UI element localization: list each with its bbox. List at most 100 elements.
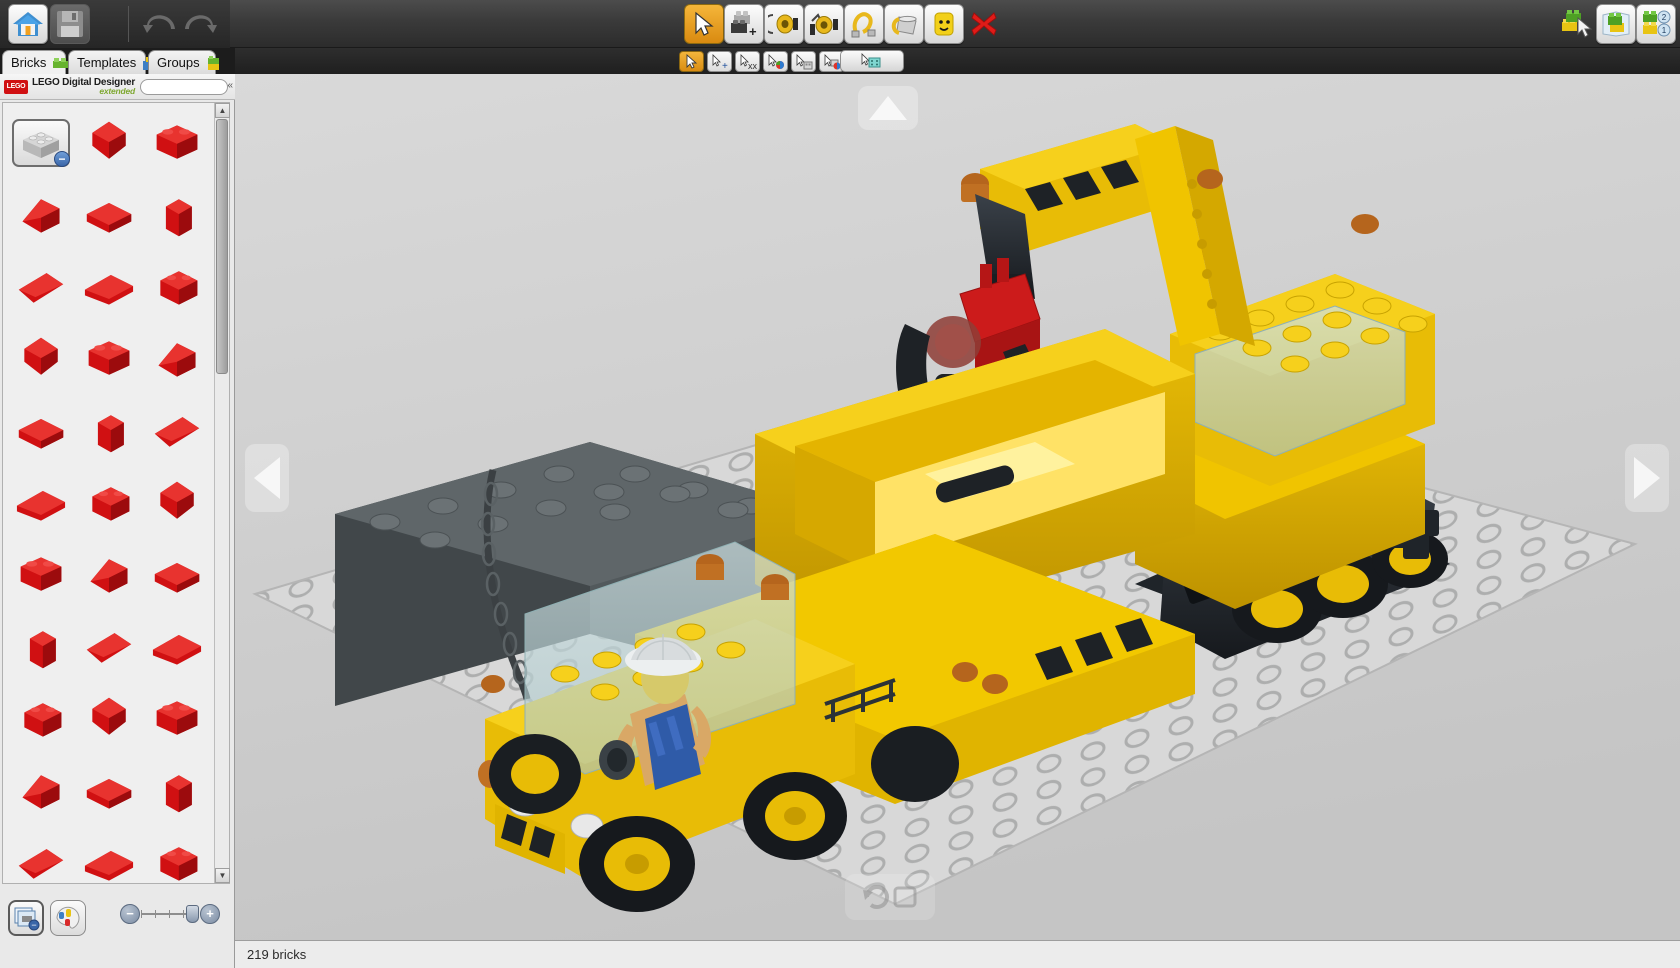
hinge-align-tool-button[interactable] [804, 4, 844, 44]
search-input[interactable] [140, 78, 229, 95]
palette-brick-brick-1x1-2[interactable] [143, 755, 211, 827]
undo-button[interactable] [140, 4, 180, 44]
delete-tool-button[interactable] [964, 4, 1004, 44]
rotate-right-button[interactable] [1625, 444, 1669, 512]
plate-2x3-1-icon [29, 631, 56, 669]
building-guide-mode-button[interactable]: 2 1 [1636, 4, 1676, 44]
palette-brick-slope-brick-11[interactable] [7, 755, 75, 827]
tab-groups-label: Groups [157, 55, 200, 70]
zoom-in-button[interactable]: + [200, 904, 220, 924]
hinge-tool-button[interactable] [764, 4, 804, 44]
view-mode-button[interactable] [1596, 4, 1636, 44]
brick-1x1-1-icon [18, 273, 64, 303]
palette-brick-plate-1x4-1[interactable] [75, 467, 143, 539]
palette-brick-slope-brick-5[interactable] [75, 323, 143, 395]
remove-filter-badge[interactable]: − [54, 151, 70, 167]
redo-button[interactable] [180, 4, 220, 44]
wedge-brick-1-icon [24, 337, 58, 375]
palette-brick-plate-2x2-1[interactable] [143, 467, 211, 539]
scrollbar-thumb[interactable] [216, 119, 228, 374]
tab-bricks[interactable]: Bricks [2, 50, 69, 74]
paint-tool-button[interactable] [884, 4, 924, 44]
color-palette-button[interactable] [50, 900, 86, 936]
palette-brick-wedge-brick-2[interactable] [75, 827, 143, 883]
select-tool-sub-button[interactable] [679, 51, 704, 72]
scroll-down-button[interactable]: ▼ [215, 868, 230, 883]
zoom-slider-handle[interactable] [186, 905, 199, 923]
palette-scrollbar[interactable]: ▲ ▼ [214, 103, 230, 883]
slope-brick-8-icon [154, 417, 200, 447]
collapse-panel-button[interactable]: « [227, 80, 233, 91]
brick-groups-button[interactable]: − [8, 900, 44, 936]
palette-tab-strip: Bricks Templates Groups [0, 48, 235, 74]
select-tool-button[interactable] [684, 4, 724, 44]
palette-brick-brick-1x2-3[interactable] [143, 539, 211, 611]
rotate-left-button[interactable] [245, 444, 289, 512]
palette-brick-slope-brick-8[interactable] [143, 395, 211, 467]
palette-brick-slope-brick-1[interactable] [75, 107, 143, 179]
cursor-arrow-icon [686, 54, 698, 69]
palette-brick-plate-2x4-1[interactable] [7, 467, 75, 539]
palette-brick-slope-corner-1[interactable] [143, 323, 211, 395]
svg-text:+: + [722, 61, 728, 70]
select-by-color-sub-button[interactable] [763, 51, 788, 72]
scroll-up-button[interactable]: ▲ [215, 103, 230, 118]
palette-brick-plate-1x3-1[interactable] [75, 683, 143, 755]
select-connected-button[interactable] [840, 50, 904, 72]
palette-brick-brick-1x1-1[interactable] [7, 251, 75, 323]
palette-brick-slope-brick-4[interactable] [143, 179, 211, 251]
select-by-brick-sub-button[interactable] [791, 51, 816, 72]
brick-grid[interactable]: − [3, 103, 216, 883]
palette-brick-round-brick-1[interactable] [75, 539, 143, 611]
wedge-brick-2-icon [84, 850, 134, 881]
build-mode-button[interactable] [1556, 4, 1596, 44]
ldd-logo: LEGO LEGO Digital Designer extended [4, 77, 135, 95]
minifig-tool-button[interactable] [924, 4, 964, 44]
brick-count-label: 219 bricks [247, 947, 307, 962]
tab-templates[interactable]: Templates [68, 50, 160, 74]
palette-brick-slope-brick-10[interactable] [143, 611, 211, 683]
cursor-x-icon: xx [740, 53, 757, 70]
palette-brick-slope-brick-6[interactable] [7, 395, 75, 467]
svg-text:+: + [749, 24, 757, 39]
rotate-up-button[interactable] [858, 86, 918, 130]
palette-brick-wedge-brick-1[interactable] [7, 323, 75, 395]
palette-brick-brick-1x2-1[interactable] [143, 107, 211, 179]
palette-brick-plate-1x2-1[interactable] [7, 539, 75, 611]
home-button[interactable] [8, 4, 48, 44]
flex-tool-button[interactable] [844, 4, 884, 44]
tab-groups[interactable]: Groups [148, 50, 219, 74]
groups-icon [206, 55, 222, 70]
palette-brick-slope-brick-3[interactable] [75, 179, 143, 251]
palette-brick-plate-2x3-1[interactable] [7, 611, 75, 683]
save-button[interactable] [50, 4, 90, 44]
color-palette-icon [56, 906, 80, 929]
palette-brick-slope-brick-12[interactable] [75, 755, 143, 827]
palette-brick-slope-brick-2[interactable] [7, 179, 75, 251]
hinge-align-icon [810, 13, 838, 35]
brick-1x2-3-icon [154, 562, 200, 593]
zoom-out-button[interactable]: − [120, 904, 140, 924]
palette-brick-slope-brick-13[interactable] [7, 827, 75, 883]
plate-2x2-1-icon [160, 481, 194, 519]
3d-viewport[interactable] [235, 74, 1680, 940]
clone-tool-button[interactable]: + [724, 4, 764, 44]
slope-brick-3-icon [86, 202, 132, 233]
palette-brick-brick-1x2-2[interactable] [143, 251, 211, 323]
palette-brick-slope-brick-14[interactable] [143, 827, 211, 883]
select-add-sub-button[interactable]: + [707, 51, 732, 72]
palette-brick-cone-brick-1[interactable] [75, 251, 143, 323]
palette-zoom-slider[interactable]: − + [120, 902, 220, 926]
slope-brick-7-icon [97, 415, 124, 453]
palette-brick-brick-2x2-1[interactable] [7, 683, 75, 755]
brick-1x2-1-icon [156, 125, 198, 159]
select-none-sub-button[interactable]: xx [735, 51, 760, 72]
rotate-down-button[interactable] [845, 874, 935, 920]
build-mode-icon [1562, 10, 1593, 38]
palette-brick-slope-brick-9[interactable] [75, 611, 143, 683]
palette-brick-slope-brick-7[interactable] [75, 395, 143, 467]
plate-1x3-1-icon [92, 697, 126, 735]
slope-corner-1-icon [158, 343, 196, 377]
brick-filter-all[interactable]: − [7, 107, 75, 179]
palette-brick-cone-brick-2[interactable] [143, 683, 211, 755]
